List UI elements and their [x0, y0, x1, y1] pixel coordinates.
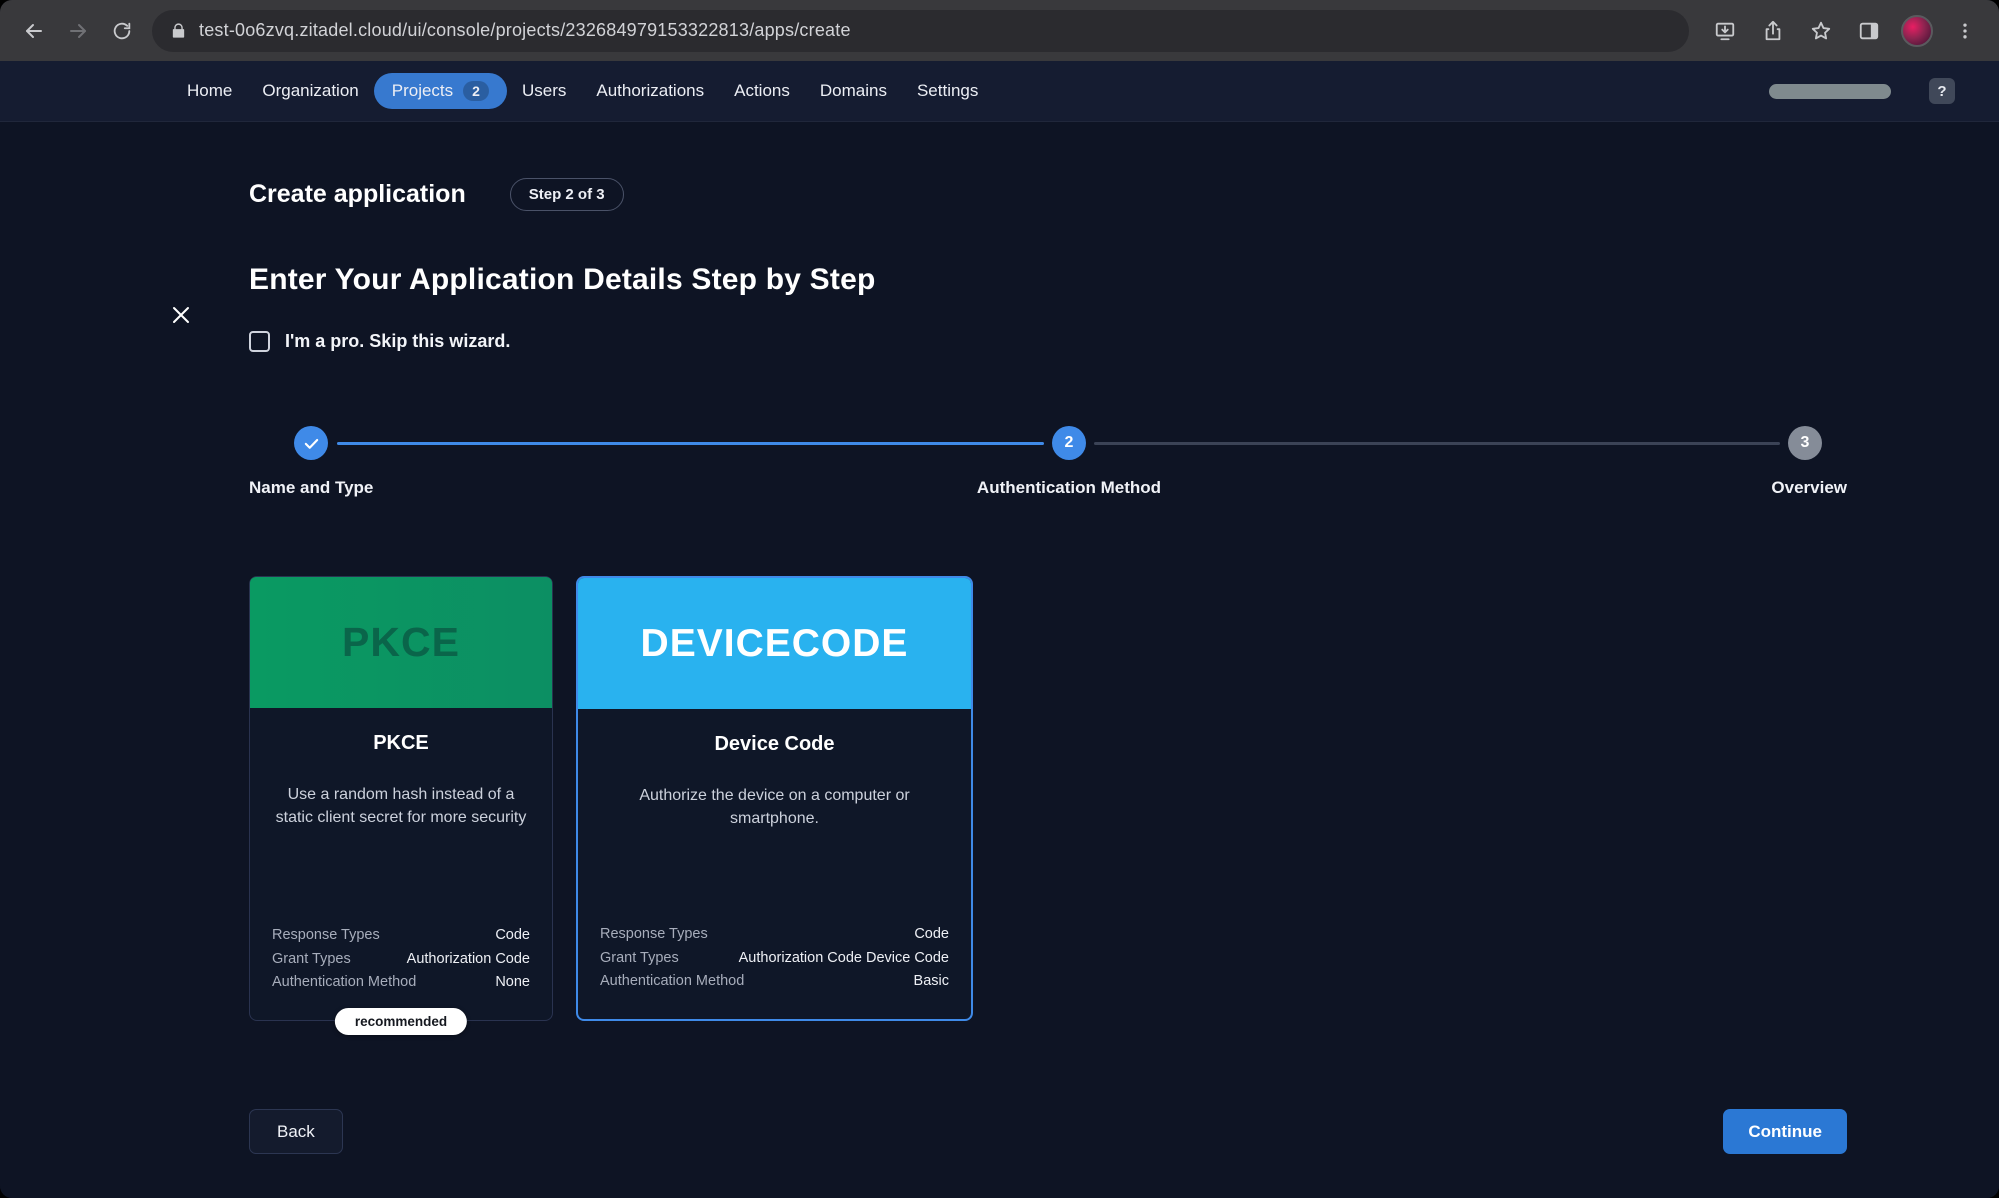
spec-value: Code [914, 923, 949, 946]
spec-label: Authentication Method [600, 970, 744, 993]
spec-value: None [495, 971, 530, 994]
nav-item-domains[interactable]: Domains [805, 72, 902, 110]
install-icon[interactable] [1703, 9, 1747, 53]
spec-row: Grant Types Authorization Code [272, 948, 530, 971]
check-icon [303, 435, 320, 452]
spec-value: Basic [914, 970, 949, 993]
share-icon[interactable] [1751, 9, 1795, 53]
menu-kebab-icon[interactable] [1943, 9, 1987, 53]
devicecode-card-description: Authorize the device on a computer or sm… [578, 784, 971, 830]
auth-method-card-pkce[interactable]: PKCE PKCE Use a random hash instead of a… [249, 576, 553, 1021]
nav-item-users[interactable]: Users [507, 72, 581, 110]
spec-value: Authorization Code Device Code [739, 947, 949, 970]
nav-item-actions[interactable]: Actions [719, 72, 805, 110]
close-wizard-button[interactable] [166, 300, 196, 330]
step-indicator-badge: Step 2 of 3 [510, 178, 624, 211]
auth-method-card-devicecode[interactable]: DEVICECODE Device Code Authorize the dev… [576, 576, 973, 1021]
reload-icon[interactable] [100, 9, 144, 53]
spec-row: Authentication Method Basic [600, 970, 949, 993]
nav-item-settings[interactable]: Settings [902, 72, 993, 110]
browser-window: test-0o6zvq.zitadel.cloud/ui/console/pro… [0, 0, 1999, 1198]
skip-wizard-row: I'm a pro. Skip this wizard. [249, 331, 1847, 352]
continue-button[interactable]: Continue [1723, 1109, 1847, 1154]
step-3-circle[interactable]: 3 [1788, 426, 1822, 460]
close-icon [169, 303, 193, 327]
spec-value: Code [495, 924, 530, 947]
pkce-specs: Response Types Code Grant Types Authoriz… [250, 924, 552, 994]
stepper-line-pending [1094, 442, 1780, 445]
auth-method-cards: PKCE PKCE Use a random hash instead of a… [249, 576, 1847, 1021]
spec-row: Grant Types Authorization Code Device Co… [600, 947, 949, 970]
nav-item-authorizations[interactable]: Authorizations [581, 72, 719, 110]
pkce-card-title: PKCE [250, 732, 552, 755]
spec-label: Grant Types [600, 947, 679, 970]
pkce-banner: PKCE [250, 577, 552, 708]
side-panel-icon[interactable] [1847, 9, 1891, 53]
lock-icon [170, 22, 187, 39]
back-icon[interactable] [12, 9, 56, 53]
main-content: Create application Step 2 of 3 Enter You… [0, 122, 1999, 1198]
step-2-circle[interactable]: 2 [1052, 426, 1086, 460]
spec-value: Authorization Code [407, 948, 530, 971]
skip-wizard-checkbox[interactable] [249, 331, 270, 352]
step-2-label: Authentication Method [977, 478, 1161, 498]
recommended-badge: recommended [335, 1008, 467, 1035]
step-1-circle[interactable] [294, 426, 328, 460]
wizard-heading: Enter Your Application Details Step by S… [249, 263, 1847, 297]
address-bar[interactable]: test-0o6zvq.zitadel.cloud/ui/console/pro… [152, 10, 1689, 52]
page-title: Create application [249, 180, 466, 209]
profile-avatar[interactable] [1895, 9, 1939, 53]
devicecode-specs: Response Types Code Grant Types Authoriz… [578, 923, 971, 993]
spec-row: Authentication Method None [272, 971, 530, 994]
pkce-card-description: Use a random hash instead of a static cl… [250, 783, 552, 829]
skip-wizard-label: I'm a pro. Skip this wizard. [285, 331, 510, 352]
stepper-line-completed [337, 442, 1044, 445]
spec-label: Grant Types [272, 948, 351, 971]
nav-item-organization[interactable]: Organization [247, 72, 373, 110]
bookmark-star-icon[interactable] [1799, 9, 1843, 53]
wizard-stepper: 2 3 [249, 426, 1847, 460]
spec-label: Authentication Method [272, 971, 416, 994]
stepper-labels: Name and Type Authentication Method Over… [249, 478, 1847, 500]
org-name-skeleton [1769, 84, 1891, 99]
step-3-label: Overview [1771, 478, 1847, 498]
nav-item-projects[interactable]: Projects 2 [374, 73, 507, 109]
spec-label: Response Types [272, 924, 380, 947]
help-button[interactable]: ? [1929, 78, 1955, 104]
wizard-actions: Back Continue [249, 1109, 1847, 1154]
avatar-image [1901, 15, 1933, 47]
spec-row: Response Types Code [600, 923, 949, 946]
projects-count-badge: 2 [463, 81, 489, 101]
nav-item-home[interactable]: Home [172, 72, 247, 110]
browser-toolbar: test-0o6zvq.zitadel.cloud/ui/console/pro… [0, 0, 1999, 61]
spec-row: Response Types Code [272, 924, 530, 947]
devicecode-banner: DEVICECODE [578, 578, 971, 709]
url-text: test-0o6zvq.zitadel.cloud/ui/console/pro… [199, 20, 851, 41]
step-1-label: Name and Type [249, 478, 373, 498]
app-navbar: Home Organization Projects 2 Users Autho… [0, 61, 1999, 122]
devicecode-card-title: Device Code [578, 733, 971, 756]
nav-item-projects-label: Projects [392, 81, 453, 101]
back-button[interactable]: Back [249, 1109, 343, 1154]
spec-label: Response Types [600, 923, 708, 946]
forward-icon[interactable] [56, 9, 100, 53]
